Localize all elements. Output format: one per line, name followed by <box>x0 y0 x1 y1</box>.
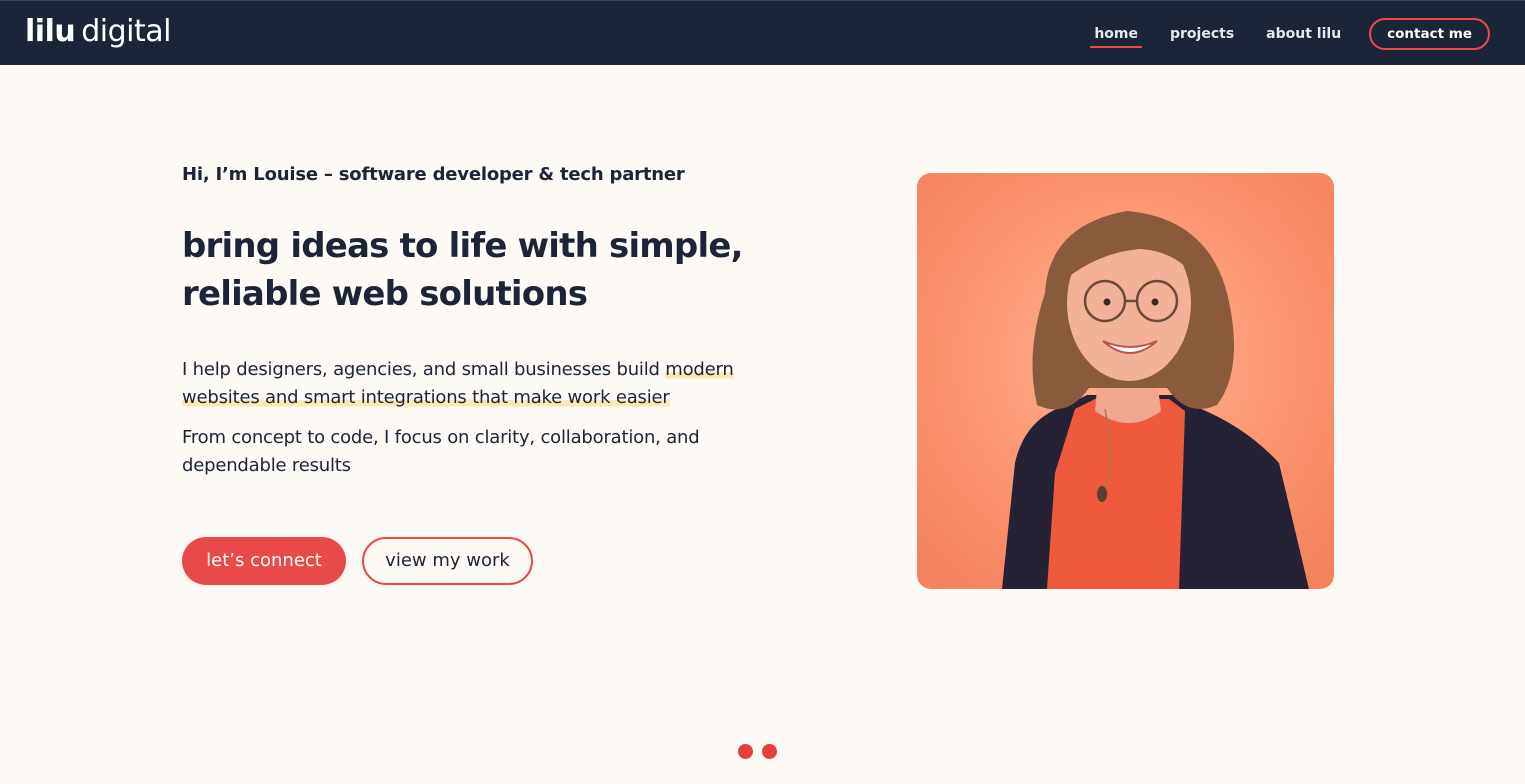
nav-link-projects[interactable]: projects <box>1170 18 1234 50</box>
hero-cta-group: let’s connect view my work <box>182 537 533 585</box>
pagination-dots <box>738 744 786 759</box>
eye-left <box>1103 298 1111 306</box>
site-logo[interactable]: lilu digital <box>25 13 171 51</box>
pagination-dot[interactable] <box>738 744 753 759</box>
hero-headline: bring ideas to life with simple, reliabl… <box>182 222 802 318</box>
logo-bold-text: lilu <box>25 14 76 49</box>
nav-link-home[interactable]: home <box>1090 18 1142 50</box>
nav-link-about[interactable]: about lilu <box>1266 18 1341 50</box>
contact-me-button[interactable]: contact me <box>1369 18 1490 50</box>
portrait-illustration <box>1002 211 1309 589</box>
portrait-photo <box>917 173 1334 589</box>
hero-intro: Hi, I’m Louise – software developer & te… <box>182 164 685 185</box>
hero-text: Hi, I’m Louise – software developer & te… <box>182 160 802 480</box>
headline-line-2: reliable web solutions <box>182 274 588 314</box>
logo-light-text: digital <box>81 14 171 49</box>
main-nav: home projects about lilu contact me <box>1062 18 1490 50</box>
hero-subdescription: From concept to code, I focus on clarity… <box>182 427 700 476</box>
lets-connect-button[interactable]: let’s connect <box>182 537 346 585</box>
top-navbar: lilu digital home projects about lilu con… <box>0 0 1525 65</box>
hero-description: I help designers, agencies, and small bu… <box>182 356 802 412</box>
pagination-dot[interactable] <box>762 744 777 759</box>
pendant <box>1097 486 1107 502</box>
description-plain-text: I help designers, agencies, and small bu… <box>182 359 666 380</box>
eye-right <box>1151 298 1159 306</box>
view-my-work-button[interactable]: view my work <box>362 537 533 585</box>
headline-line-1: bring ideas to life with simple, <box>182 226 744 266</box>
